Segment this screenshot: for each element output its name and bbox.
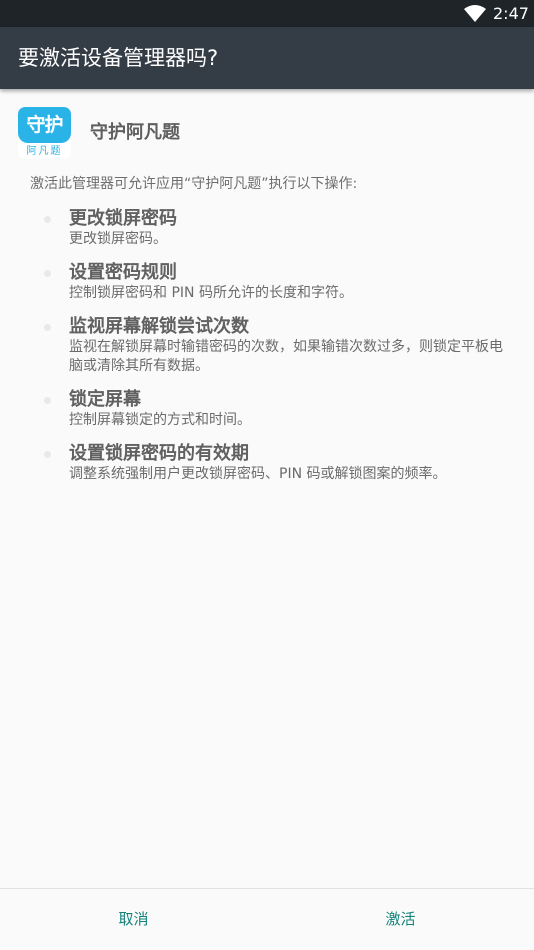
policy-description: 调整系统强制用户更改锁屏密码、PIN 码或解锁图案的频率。 [69, 466, 447, 482]
policy-description: 控制屏幕锁定的方式和时间。 [69, 412, 251, 428]
policy-title: 设置锁屏密码的有效期 [69, 443, 249, 464]
wifi-icon [464, 5, 486, 22]
dialog-title: 要激活设备管理器吗? [18, 46, 219, 70]
status-bar: 2:47 [0, 0, 534, 27]
activate-button[interactable]: 激活 [267, 889, 534, 950]
status-time: 2:47 [493, 4, 529, 23]
policy-description: 监视在解锁屏幕时输错密码的次数，如果输错次数过多，则锁定平板电脑或清除其所有数据… [69, 339, 503, 374]
app-logo-icon: 守护 阿凡题 [18, 107, 71, 159]
policy-title: 监视屏幕解锁尝试次数 [69, 316, 249, 337]
intro-text: 激活此管理器可允许应用“守护阿凡题”执行以下操作: [30, 176, 358, 192]
policy-description: 更改锁屏密码。 [69, 231, 167, 247]
cancel-button[interactable]: 取消 [0, 889, 267, 950]
dialog-header: 要激活设备管理器吗? [0, 27, 534, 89]
bullet-icon [44, 324, 51, 331]
bullet-icon [44, 270, 51, 277]
app-header: 守护 阿凡题 守护阿凡题 [18, 107, 518, 159]
dialog-button-bar: 取消 激活 [0, 888, 534, 950]
policy-title: 锁定屏幕 [69, 389, 141, 410]
policy-description: 控制锁屏密码和 PIN 码所允许的长度和字符。 [69, 285, 353, 301]
app-logo-text-top: 守护 [18, 107, 71, 143]
app-logo-text-bottom: 阿凡题 [26, 146, 63, 157]
policy-title: 更改锁屏密码 [69, 208, 177, 229]
policy-title: 设置密码规则 [69, 262, 177, 283]
bullet-icon [44, 397, 51, 404]
bullet-icon [44, 451, 51, 458]
app-name: 守护阿凡题 [90, 122, 180, 143]
bullet-icon [44, 216, 51, 223]
